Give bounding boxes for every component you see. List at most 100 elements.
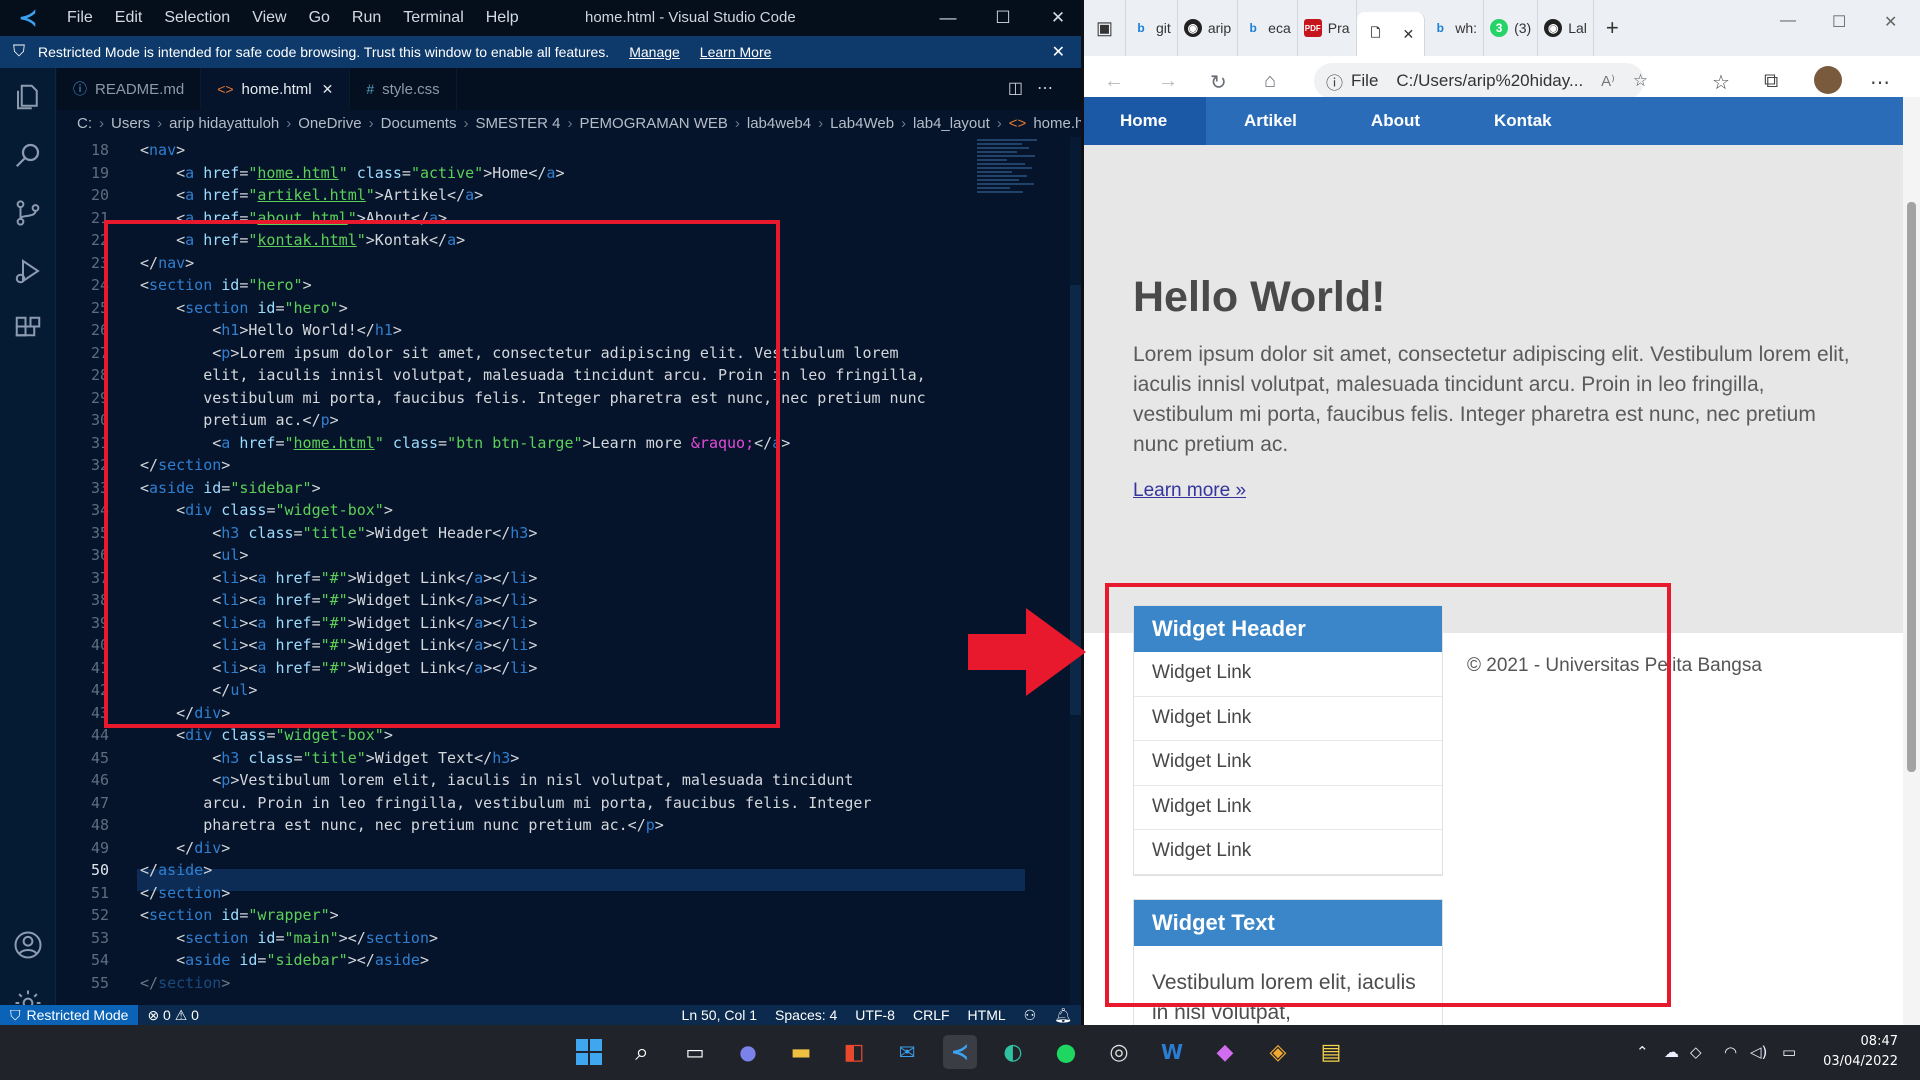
- split-editor-icon[interactable]: ◫: [1008, 80, 1037, 97]
- spotify-icon[interactable]: ●: [1049, 1035, 1083, 1069]
- status-indentation[interactable]: Spaces: 4: [766, 1007, 846, 1023]
- menu-selection[interactable]: Selection: [153, 9, 241, 27]
- chat-icon[interactable]: ●: [731, 1035, 765, 1069]
- source-control-icon[interactable]: [0, 184, 55, 242]
- nav-home[interactable]: Home: [1084, 97, 1206, 145]
- maximize-icon[interactable]: ☐: [975, 0, 1031, 36]
- refresh-icon[interactable]: ↻: [1210, 70, 1227, 95]
- breadcrumb-item[interactable]: Documents: [381, 115, 457, 132]
- edge-icon[interactable]: ◐: [996, 1035, 1030, 1069]
- menu-terminal[interactable]: Terminal: [392, 9, 474, 27]
- browser-tab-active[interactable]: 🗋 ✕: [1356, 12, 1426, 56]
- notifications-bell-icon[interactable]: 🔔︎: [1045, 1007, 1081, 1024]
- menu-run[interactable]: Run: [341, 9, 392, 27]
- maximize-icon[interactable]: ☐: [1832, 12, 1846, 32]
- media-player-icon[interactable]: ◎: [1102, 1035, 1136, 1069]
- back-icon[interactable]: ←: [1104, 70, 1124, 93]
- search-icon[interactable]: [0, 126, 55, 184]
- minimap[interactable]: [977, 137, 1047, 257]
- mail-icon[interactable]: ✉: [890, 1035, 924, 1069]
- close-tab-icon[interactable]: ✕: [322, 81, 334, 98]
- search-icon[interactable]: ⌕: [625, 1035, 659, 1069]
- favorites-icon[interactable]: ☆: [1712, 70, 1730, 95]
- nav-kontak[interactable]: Kontak: [1456, 97, 1590, 145]
- browser-tab[interactable]: b wh:: [1425, 0, 1485, 56]
- minimize-icon[interactable]: —: [1780, 12, 1796, 30]
- breadcrumb-item[interactable]: SMESTER 4: [475, 115, 560, 132]
- status-encoding[interactable]: UTF-8: [846, 1007, 904, 1023]
- browser-tab[interactable]: ◉ arip: [1178, 0, 1239, 56]
- profile-avatar[interactable]: [1814, 66, 1842, 94]
- file-explorer-icon[interactable]: ▬: [784, 1035, 818, 1069]
- learn-more-link[interactable]: Learn More: [700, 44, 772, 60]
- status-restricted-mode[interactable]: ⛉ Restricted Mode: [0, 1005, 139, 1025]
- menu-help[interactable]: Help: [475, 9, 530, 27]
- notepad-icon[interactable]: ▤: [1314, 1035, 1348, 1069]
- vscode-taskbar-icon[interactable]: ≺: [943, 1035, 977, 1069]
- breadcrumb-item[interactable]: arip hidayattuloh: [169, 115, 279, 132]
- accounts-icon[interactable]: [0, 916, 56, 974]
- task-view-icon[interactable]: ▭: [678, 1035, 712, 1069]
- breadcrumb-item[interactable]: PEMOGRAMAN WEB: [580, 115, 728, 132]
- address-bar[interactable]: ⓘ File C:/Users/arip%20hiday... A⁾ ☆: [1314, 63, 1648, 99]
- new-tab-button[interactable]: +: [1594, 0, 1631, 56]
- status-problems[interactable]: ⊗ 0 ⚠ 0: [138, 1007, 208, 1024]
- paint-icon[interactable]: ◆: [1208, 1035, 1242, 1069]
- volume-icon[interactable]: ◁): [1750, 1043, 1767, 1061]
- add-favorite-icon[interactable]: ☆: [1633, 71, 1648, 91]
- status-cursor-position[interactable]: Ln 50, Col 1: [673, 1007, 767, 1023]
- word-icon[interactable]: W: [1155, 1035, 1189, 1069]
- scrollbar-thumb[interactable]: [1907, 202, 1916, 772]
- office-icon[interactable]: ◧: [837, 1035, 871, 1069]
- extensions-icon[interactable]: [0, 300, 55, 358]
- git-icon[interactable]: ◈: [1261, 1035, 1295, 1069]
- forward-icon[interactable]: →: [1158, 70, 1178, 93]
- onedrive-icon[interactable]: ☁: [1664, 1043, 1679, 1061]
- battery-icon[interactable]: ▭: [1782, 1043, 1796, 1061]
- learn-more-link[interactable]: Learn more »: [1133, 480, 1246, 502]
- close-icon[interactable]: ✕: [1030, 0, 1081, 36]
- tab-readme[interactable]: ⓘ README.md: [57, 68, 202, 110]
- menu-file[interactable]: File: [56, 9, 104, 27]
- dropbox-icon[interactable]: ◇: [1690, 1043, 1702, 1061]
- close-banner-icon[interactable]: ✕: [1052, 42, 1065, 62]
- breadcrumb-item[interactable]: home.h: [1033, 115, 1081, 132]
- tab-actions-icon[interactable]: ▣: [1084, 0, 1127, 56]
- breadcrumb-item[interactable]: Users: [111, 115, 150, 132]
- nav-artikel[interactable]: Artikel: [1206, 97, 1335, 145]
- tab-home-html[interactable]: <> home.html ✕: [201, 68, 351, 110]
- menu-go[interactable]: Go: [298, 9, 341, 27]
- breadcrumb-item[interactable]: Lab4Web: [830, 115, 894, 132]
- menu-view[interactable]: View: [241, 9, 297, 27]
- chevron-up-icon[interactable]: ⌃: [1636, 1043, 1649, 1061]
- manage-link[interactable]: Manage: [629, 44, 680, 60]
- browser-tab[interactable]: b git: [1126, 0, 1178, 56]
- close-tab-icon[interactable]: ✕: [1403, 26, 1415, 43]
- breadcrumb-item[interactable]: OneDrive: [298, 115, 361, 132]
- close-icon[interactable]: ✕: [1884, 12, 1897, 32]
- status-language[interactable]: HTML: [959, 1007, 1015, 1023]
- browser-tab[interactable]: b eca: [1238, 0, 1298, 56]
- browser-tab[interactable]: 3 (3): [1484, 0, 1539, 56]
- breadcrumb-item[interactable]: C:: [77, 115, 92, 132]
- more-actions-icon[interactable]: ⋯: [1037, 80, 1067, 97]
- run-debug-icon[interactable]: [0, 242, 55, 300]
- collections-icon[interactable]: ⧉: [1764, 70, 1778, 93]
- system-clock[interactable]: 08:47 03/04/2022: [1823, 1032, 1898, 1072]
- minimize-icon[interactable]: —: [920, 0, 976, 36]
- nav-about[interactable]: About: [1335, 97, 1456, 145]
- menu-edit[interactable]: Edit: [104, 9, 154, 27]
- browser-tab[interactable]: ◉ Lal: [1538, 0, 1594, 56]
- editor-scrollbar[interactable]: [1070, 137, 1081, 1005]
- explorer-icon[interactable]: [0, 68, 55, 126]
- home-icon[interactable]: ⌂: [1264, 70, 1276, 93]
- start-windows-icon[interactable]: [572, 1035, 606, 1069]
- feedback-icon[interactable]: ⚇: [1015, 1007, 1046, 1024]
- browser-tab[interactable]: PDF Pra: [1298, 0, 1357, 56]
- breadcrumb-item[interactable]: lab4_layout: [913, 115, 990, 132]
- wifi-icon[interactable]: ◠: [1724, 1043, 1737, 1061]
- status-eol[interactable]: CRLF: [904, 1007, 959, 1023]
- more-menu-icon[interactable]: ⋯: [1870, 70, 1890, 95]
- tab-style-css[interactable]: # style.css: [350, 68, 457, 110]
- read-aloud-icon[interactable]: A⁾: [1601, 72, 1615, 90]
